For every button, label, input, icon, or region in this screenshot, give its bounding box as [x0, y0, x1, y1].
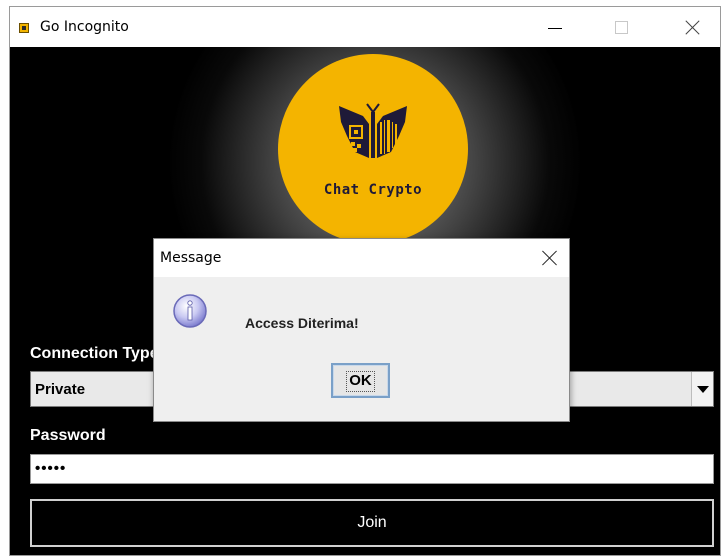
password-field[interactable]: ••••• — [30, 454, 714, 484]
butterfly-qr-icon — [339, 103, 407, 158]
close-button[interactable] — [670, 7, 714, 47]
info-icon — [173, 294, 207, 328]
title-bar[interactable]: Go Incognito — [10, 7, 720, 47]
join-button[interactable]: Join — [30, 499, 714, 547]
password-label: Password — [30, 427, 106, 444]
connection-type-value: Private — [35, 381, 86, 398]
chevron-down-icon[interactable] — [691, 372, 713, 406]
minimize-button[interactable] — [533, 7, 577, 47]
connection-type-label: Connection Type — [30, 345, 159, 362]
chat-crypto-logo: Chat Crypto — [278, 54, 468, 244]
ok-button[interactable]: OK — [331, 363, 390, 398]
dialog-title: Message — [160, 250, 222, 266]
app-icon — [19, 23, 29, 33]
ok-button-label: OK — [349, 372, 372, 389]
message-dialog: Message Access Diterima! OK — [153, 238, 570, 422]
window-title: Go Incognito — [40, 19, 129, 35]
dialog-close-button[interactable] — [537, 245, 563, 271]
dialog-message: Access Diterima! — [245, 315, 359, 331]
dialog-title-bar[interactable]: Message — [154, 239, 569, 277]
maximize-button[interactable] — [600, 7, 644, 47]
logo-text: Chat Crypto — [323, 182, 423, 198]
